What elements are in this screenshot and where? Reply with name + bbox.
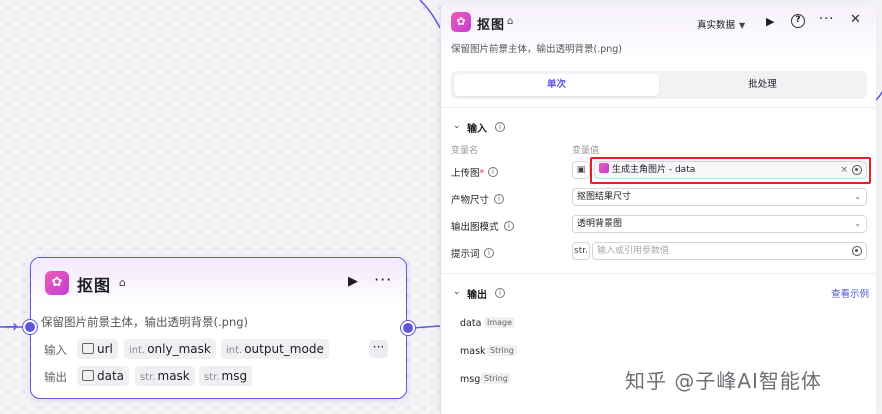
- output-type-data: Image: [484, 317, 516, 328]
- output-mode-select[interactable]: 透明背景图 ⌄: [572, 215, 867, 233]
- input-section-title: 输入: [467, 124, 487, 135]
- incoming-arrow-icon: →: [4, 317, 19, 337]
- output-name-msg: msg: [460, 374, 481, 385]
- output-name-mask: mask: [460, 346, 486, 357]
- node-output-data: data: [77, 366, 130, 386]
- view-example-link[interactable]: 查看示例: [831, 286, 869, 300]
- column-header-name: 变量名: [451, 146, 479, 156]
- param-name-upload-image: 上传图*: [451, 168, 485, 179]
- prompt-input[interactable]: 输入或引用参数值: [592, 242, 867, 260]
- info-icon[interactable]: i: [495, 122, 505, 132]
- close-icon[interactable]: ✕: [850, 12, 861, 27]
- node-input-only-mask: int. only_mask: [124, 339, 216, 359]
- image-type-icon: ▣: [572, 161, 590, 179]
- node-input-label: 输入: [44, 343, 67, 357]
- info-icon[interactable]: i: [484, 248, 494, 258]
- output-type-msg: String: [481, 373, 511, 384]
- node-input-port[interactable]: [23, 320, 37, 334]
- info-icon[interactable]: i: [488, 167, 498, 177]
- chevron-down-icon[interactable]: ⌄: [453, 121, 461, 131]
- plugin-icon: ✿: [45, 271, 69, 295]
- info-icon[interactable]: i: [495, 288, 505, 298]
- panel-description: 保留图片前景主体，输出透明背景(.png): [451, 44, 623, 55]
- node-more-button[interactable]: ···: [374, 270, 392, 289]
- panel-run-button[interactable]: ▶: [766, 15, 774, 28]
- run-mode-tabs: 单次 批处理: [451, 71, 867, 99]
- node-input-url: url: [77, 339, 118, 359]
- node-input-output-mode: int. output_mode: [221, 339, 329, 359]
- node-output-port[interactable]: [401, 321, 415, 335]
- node-description: 保留图片前景主体，输出透明背景(.png): [41, 315, 249, 329]
- chevron-down-icon: ⌄: [854, 192, 861, 201]
- caret-down-icon: ▼: [739, 21, 746, 30]
- image-icon: [82, 343, 94, 354]
- data-mode-select[interactable]: 真实数据 ▼: [697, 17, 745, 31]
- node-output-label: 输出: [44, 370, 67, 384]
- output-type-mask: String: [487, 345, 517, 356]
- plugin-node-cutout[interactable]: ✿ 抠图 ⌂ ▶ ··· 保留图片前景主体，输出透明背景(.png) 输入 ur…: [30, 257, 407, 399]
- watermark: 知乎 @子峰AI智能体: [625, 369, 822, 393]
- node-output-msg: str. msg: [199, 366, 253, 386]
- chevron-down-icon: ⌄: [854, 219, 861, 228]
- plugin-badge-icon: ⌂: [507, 16, 514, 27]
- panel-title: 抠图: [477, 18, 506, 33]
- panel-more-button[interactable]: ···: [819, 12, 834, 27]
- param-name-output-mode: 输出图模式: [451, 222, 499, 233]
- node-run-button[interactable]: ▶: [348, 274, 358, 289]
- chevron-down-icon[interactable]: ⌄: [453, 287, 461, 297]
- divider: [441, 273, 876, 274]
- help-icon[interactable]: ?: [791, 14, 805, 28]
- param-name-output-size: 产物尺寸: [451, 195, 490, 206]
- string-type-label: str.: [572, 242, 590, 260]
- output-name-data: data: [460, 318, 482, 329]
- info-icon[interactable]: i: [504, 221, 514, 231]
- edge-out: [411, 325, 441, 329]
- info-icon[interactable]: i: [494, 194, 504, 204]
- tab-batch[interactable]: 批处理: [661, 74, 864, 96]
- image-icon: [82, 370, 94, 381]
- output-size-select[interactable]: 抠图结果尺寸 ⌄: [572, 188, 867, 206]
- plugin-badge-icon: ⌂: [119, 276, 126, 289]
- node-output-mask: str. mask: [135, 366, 195, 386]
- node-inputs-more-button[interactable]: ···: [369, 340, 388, 358]
- node-config-panel: ✿ 抠图 ⌂ 真实数据 ▼ ▶ ? ··· ✕ 保留图片前景主体，输出透明背景(.…: [440, 3, 876, 414]
- plugin-icon: ✿: [451, 12, 471, 32]
- column-header-value: 变量值: [572, 146, 600, 156]
- tab-single[interactable]: 单次: [454, 74, 659, 96]
- edge-top: [419, 0, 441, 29]
- variable-reference-icon[interactable]: [852, 246, 862, 256]
- annotation-highlight-box: [590, 157, 871, 184]
- node-title: 抠图: [77, 276, 112, 295]
- edge-right: [875, 91, 882, 101]
- param-name-prompt: 提示词: [451, 249, 480, 260]
- divider: [441, 107, 876, 108]
- output-section-title: 输出: [467, 290, 487, 301]
